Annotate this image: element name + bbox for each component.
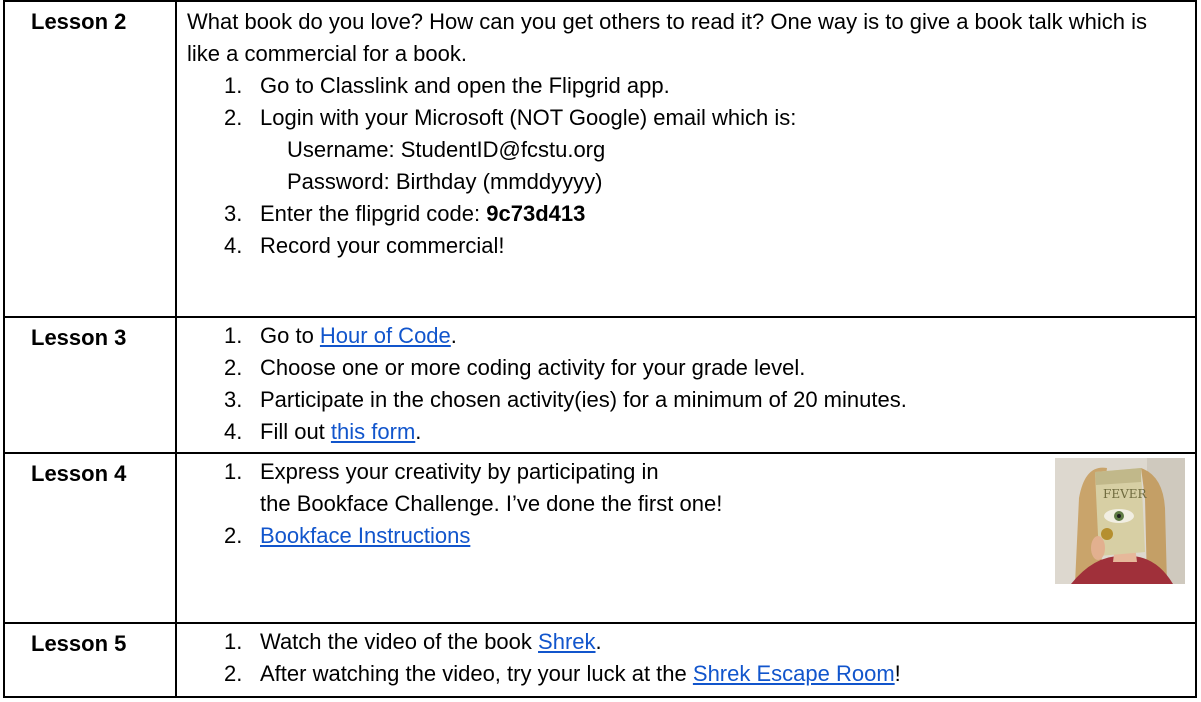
list-item: 1. Watch the video of the book Shrek. (177, 626, 1195, 658)
svg-text:FEVER: FEVER (1103, 487, 1148, 501)
item-text: After watching the video, try your luck … (260, 661, 693, 686)
list-item: 1. Go to Classlink and open the Flipgrid… (177, 70, 1195, 102)
lesson-row: Lesson 3 1. Go to Hour of Code. 2. Choos… (3, 316, 1197, 454)
lesson-label-cell: Lesson 3 (3, 316, 177, 454)
item-text: ! (894, 661, 901, 686)
item-text: . (450, 323, 457, 348)
bookface-photo: FEVER (1055, 458, 1185, 584)
item-number: 1. (224, 73, 243, 98)
item-number: 2. (224, 105, 243, 130)
list-item-continued: the Bookface Challenge. I’ve done the fi… (177, 488, 1195, 520)
item-number: 1. (224, 323, 243, 348)
hour-of-code-link[interactable]: Hour of Code (320, 323, 451, 348)
item-text: Login with your Microsoft (NOT Google) e… (260, 105, 797, 130)
item-text: Fill out (260, 419, 331, 444)
shrek-video-link[interactable]: Shrek (538, 629, 595, 654)
flipgrid-code: 9c73d413 (486, 201, 586, 226)
item-number: 2. (224, 523, 243, 548)
list-item: 3. Enter the flipgrid code: 9c73d413 (177, 198, 1195, 230)
lesson-label-cell: Lesson 5 (3, 622, 177, 698)
list-item: 2. After watching the video, try your lu… (177, 658, 1195, 690)
lesson-intro: What book do you love? How can you get o… (187, 9, 1147, 66)
lesson-label: Lesson 5 (31, 631, 127, 656)
item-text: Go to Classlink and open the Flipgrid ap… (260, 73, 670, 98)
lessons-table: Lesson 2 What book do you love? How can … (3, 0, 1197, 698)
list-item: 1. Go to Hour of Code. (177, 320, 1195, 352)
list-item: 2. Bookface Instructions (177, 520, 1195, 552)
list-item: 1. Express your creativity by participat… (177, 456, 1195, 488)
item-text: Go to (260, 323, 320, 348)
item-number: 2. (224, 661, 243, 686)
form-link[interactable]: this form (331, 419, 415, 444)
item-text: Enter the flipgrid code: (260, 201, 487, 226)
item-number: 3. (224, 387, 243, 412)
password-line: Password: Birthday (mmddyyyy) (287, 169, 603, 194)
lesson-label-cell: Lesson 4 (3, 452, 177, 624)
lesson-content-cell: 1. Go to Hour of Code. 2. Choose one or … (175, 316, 1197, 454)
lesson-label: Lesson 3 (31, 325, 127, 350)
item-text: . (595, 629, 602, 654)
list-item: 4. Fill out this form. (177, 416, 1195, 448)
lesson-row: Lesson 2 What book do you love? How can … (3, 0, 1197, 318)
lesson-content-cell: What book do you love? How can you get o… (175, 0, 1197, 318)
username-line: Username: StudentID@fcstu.org (287, 137, 606, 162)
item-number: 3. (224, 201, 243, 226)
item-number: 2. (224, 355, 243, 380)
item-text: Watch the video of the book (260, 629, 539, 654)
list-item: 3. Participate in the chosen activity(ie… (177, 384, 1195, 416)
bookface-instructions-link[interactable]: Bookface Instructions (260, 523, 470, 548)
list-item: 4. Record your commercial! (177, 230, 1195, 262)
shrek-escape-room-link[interactable]: Shrek Escape Room (693, 661, 895, 686)
item-text: Participate in the chosen activity(ies) … (260, 387, 907, 412)
item-number: 1. (224, 459, 243, 484)
lesson-label: Lesson 4 (31, 461, 127, 486)
lesson-row: Lesson 4 1. Express your creativity by p… (3, 452, 1197, 624)
lesson-label-cell: Lesson 2 (3, 0, 177, 318)
item-text: the Bookface Challenge. I’ve done the fi… (260, 491, 723, 516)
lesson-content-cell: 1. Watch the video of the book Shrek. 2.… (175, 622, 1197, 698)
lesson-content-cell: 1. Express your creativity by participat… (175, 452, 1197, 624)
list-item: 2. Login with your Microsoft (NOT Google… (177, 102, 1195, 134)
item-text: Choose one or more coding activity for y… (260, 355, 806, 380)
item-text: Record your commercial! (260, 233, 505, 258)
item-text: . (415, 419, 422, 444)
item-text: Express your creativity by participating… (260, 459, 659, 484)
lesson-row: Lesson 5 1. Watch the video of the book … (3, 622, 1197, 698)
item-number: 4. (224, 419, 243, 444)
list-item: 2. Choose one or more coding activity fo… (177, 352, 1195, 384)
lesson-label: Lesson 2 (31, 9, 127, 34)
item-number: 1. (224, 629, 243, 654)
item-number: 4. (224, 233, 243, 258)
